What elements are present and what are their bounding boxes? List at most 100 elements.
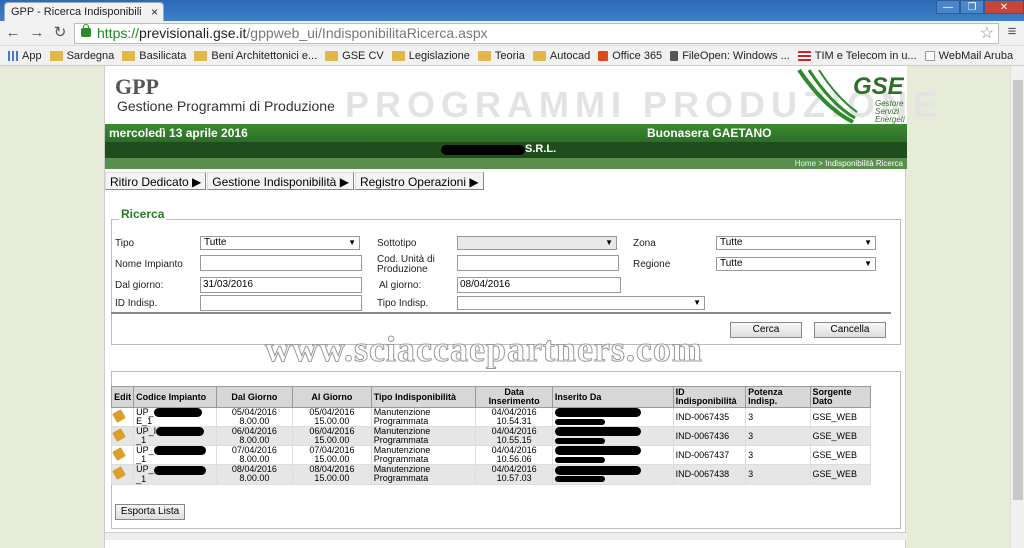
column-header[interactable]: Edit	[110, 386, 135, 408]
bookmark-label: Basilicata	[139, 49, 187, 62]
data-inserimento-cell: 04/04/2016 10.57.03	[475, 464, 553, 485]
tipo-value-2: Programmata	[373, 416, 429, 427]
edit-cell[interactable]	[110, 464, 135, 485]
bookmark-item[interactable]: WebMail Aruba	[924, 49, 1014, 62]
column-header[interactable]: Sorgente Dato	[809, 386, 872, 408]
tipo-select[interactable]: Tutte	[200, 236, 360, 250]
column-header[interactable]: Inserito Da	[551, 386, 674, 408]
bookmark-item[interactable]: Office 365	[598, 50, 662, 62]
sottotipo-select[interactable]	[457, 236, 617, 250]
vertical-scrollbar[interactable]	[1010, 66, 1024, 548]
column-header[interactable]: ID Indisponibilità	[672, 386, 747, 408]
redacted-user	[554, 418, 605, 425]
table-row: UP__1 07/04/2016 8.00.00 07/04/2016 15.00.…	[110, 445, 872, 466]
menu-label: Ritiro Dedicato	[110, 175, 189, 189]
maximize-button[interactable]: ❐	[960, 0, 984, 14]
menu-gestione-indisponibilita[interactable]: Gestione Indisponibilità ▶	[207, 172, 354, 190]
cod-unita-input[interactable]	[457, 255, 619, 271]
redacted-user	[554, 437, 605, 444]
scrollbar-thumb[interactable]	[1013, 80, 1023, 500]
tipo-value-2: Programmata	[373, 454, 429, 465]
menu-registro-operazioni[interactable]: Registro Operazioni ▶	[354, 172, 484, 190]
reload-icon[interactable]: ↻	[51, 25, 69, 42]
arrow-right-icon[interactable]: →	[28, 25, 46, 42]
apps-icon	[8, 50, 18, 61]
regione-select[interactable]: Tutte	[716, 257, 876, 271]
bookmark-apps[interactable]: App	[8, 50, 42, 62]
site-subtitle: Gestione Programmi di Produzione	[117, 98, 335, 114]
folder-icon	[122, 50, 136, 61]
bookmark-item[interactable]: Beni Architettonici e...	[194, 50, 317, 62]
time-value: 15.00.00	[314, 473, 350, 484]
address-bar[interactable]: https://previsionali.gse.it/gppweb_ui/In…	[74, 23, 999, 44]
al-giorno-label: Al giorno:	[379, 280, 422, 291]
column-header[interactable]: Codice Impianto	[133, 386, 217, 408]
arrow-left-icon[interactable]: ←	[4, 25, 22, 42]
pencil-icon[interactable]	[112, 428, 126, 443]
redacted-user	[554, 446, 641, 456]
pencil-icon[interactable]	[112, 409, 126, 423]
column-header[interactable]: Tipo Indisponibilità	[370, 386, 477, 408]
nome-impianto-input[interactable]	[200, 255, 362, 271]
code-suffix: E_1	[136, 416, 153, 427]
al-giorno-input[interactable]: 08/04/2016	[457, 277, 621, 293]
cerca-button[interactable]: Cerca	[730, 322, 802, 338]
pencil-icon[interactable]	[112, 447, 126, 462]
bookmark-label: WebMail Aruba	[938, 49, 1014, 62]
column-header[interactable]: Potenza Indisp.	[745, 386, 811, 408]
zona-select[interactable]: Tutte	[716, 236, 876, 250]
caret-right-icon: ▶	[469, 175, 479, 189]
dal-giorno-input[interactable]: 31/03/2016	[200, 277, 362, 293]
close-window-button[interactable]: ✕	[984, 0, 1024, 14]
esporta-lista-button[interactable]: Esporta Lista	[115, 504, 185, 520]
bookmark-item[interactable]: Legislazione	[391, 50, 470, 62]
edit-cell[interactable]	[110, 426, 135, 447]
pencil-icon[interactable]	[112, 466, 126, 481]
code-suffix: _1	[136, 473, 147, 484]
dal-cell: 05/04/2016 8.00.00	[215, 406, 294, 428]
horizontal-scrollbar[interactable]	[105, 532, 907, 540]
caret-right-icon: ▶	[339, 175, 349, 189]
cod-unita-label: Cod. Unità di Produzione	[377, 254, 435, 275]
bookmark-item[interactable]: TIM e Telecom in u...	[797, 49, 917, 62]
tab-close-icon[interactable]: ×	[151, 5, 158, 19]
page-background: GPP Gestione Programmi di Produzione PRO…	[0, 66, 1010, 548]
redacted-user	[554, 476, 605, 483]
inserito-da-cell	[551, 426, 674, 447]
edit-cell[interactable]	[110, 445, 135, 466]
bookmark-label: Teoria	[494, 49, 525, 62]
tipo-indisp-select[interactable]	[457, 296, 705, 310]
cancella-button[interactable]: Cancella	[814, 322, 886, 338]
breadcrumb-home[interactable]: Home	[795, 159, 816, 168]
status-bar: mercoledì 13 aprile 2016 Buonasera GAETA…	[105, 124, 907, 154]
bookmark-item[interactable]: Autocad	[532, 50, 590, 62]
sottotipo-label: Sottotipo	[377, 238, 417, 249]
inserito-da-cell	[551, 464, 674, 485]
time-value: 10.57.03	[496, 473, 532, 484]
bookmark-item[interactable]: Sardegna	[49, 50, 114, 62]
menu-ritiro-dedicato[interactable]: Ritiro Dedicato ▶	[105, 172, 207, 190]
tipo-indisp-label: Tipo Indisp.	[377, 298, 429, 309]
time-value: 10.56.06	[496, 454, 532, 465]
sorgente-cell: GSE_WEB	[809, 426, 872, 447]
hamburger-icon[interactable]: ≡	[1003, 24, 1021, 41]
bookmark-item[interactable]: Basilicata	[122, 50, 186, 62]
bookmark-item[interactable]: GSE CV	[325, 50, 384, 62]
star-icon[interactable]: ☆	[980, 24, 994, 43]
column-header[interactable]: Data Inserimento	[475, 386, 553, 408]
column-header[interactable]: Dal Giorno	[215, 386, 294, 408]
id-indisp-input[interactable]	[200, 295, 362, 311]
bookmark-item[interactable]: FileOpen: Windows ...	[670, 50, 790, 62]
dal-giorno-label: Dal giorno:	[115, 280, 164, 291]
bookmark-item[interactable]: Teoria	[477, 49, 525, 62]
minimize-button[interactable]: —	[936, 0, 960, 14]
bookmark-label: Office 365	[612, 49, 663, 62]
browser-tab[interactable]: GPP - Ricerca Indisponibili ×	[4, 2, 164, 21]
column-header[interactable]: Al Giorno	[292, 386, 372, 408]
sorgente-cell: GSE_WEB	[809, 445, 872, 466]
bookmark-label: TIM e Telecom in u...	[814, 49, 917, 62]
id-cell: IND-0067438	[672, 464, 747, 485]
current-date: mercoledì 13 aprile 2016	[109, 126, 248, 140]
watermark: www.sciaccaepartners.com	[265, 329, 703, 370]
edit-cell[interactable]	[110, 406, 135, 428]
